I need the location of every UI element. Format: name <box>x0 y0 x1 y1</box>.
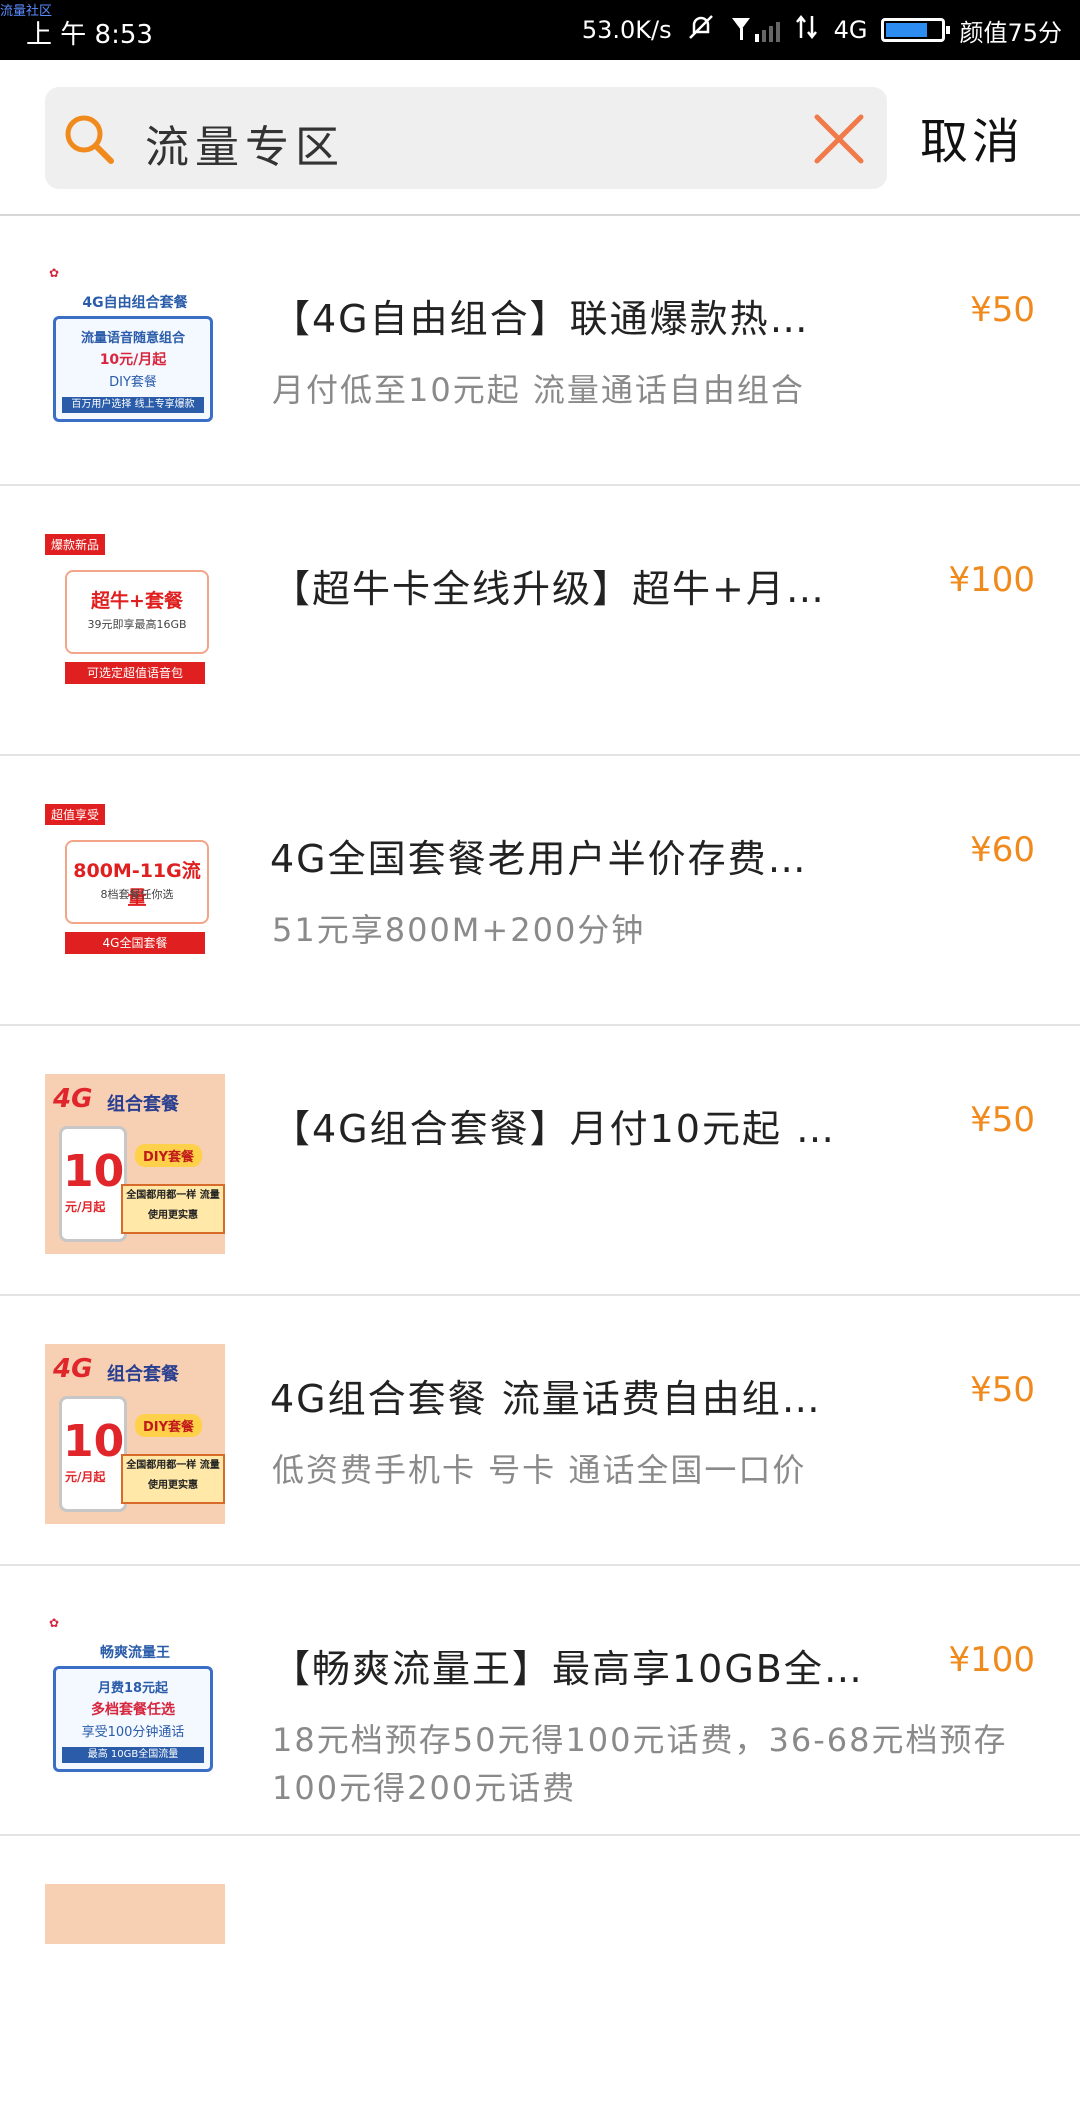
thumb-card: 月费18元起 多档套餐任选 享受100分钟通话 最高 10GB全国流量 <box>53 1666 213 1772</box>
thumb-card: 800M-11G流量 8档套餐任你选 <box>65 840 209 924</box>
thumb-pill: DIY套餐 <box>135 1144 203 1167</box>
data-arrows-icon <box>794 14 820 46</box>
thumb-strip: 可选定超值语音包 <box>65 662 205 684</box>
list-item[interactable]: 爆款新品 超牛+套餐 39元即享最高16GB 可选定超值语音包 【超牛卡全线升级… <box>0 486 1080 756</box>
thumb-strip: 4G全国套餐 <box>65 932 205 954</box>
thumb-line: 10元/月起 <box>99 352 167 368</box>
item-title: 4G组合套餐 流量话费自由组… <box>270 1377 822 1421</box>
product-thumbnail: 爆款新品 超牛+套餐 39元即享最高16GB 可选定超值语音包 <box>45 534 225 714</box>
wifi-signal-icon <box>730 18 780 42</box>
unicom-logo-icon: ✿ <box>49 266 60 280</box>
thumb-card: 流量语音随意组合 10元/月起 DIY套餐 百万用户选择 线上专享爆款 <box>53 316 213 422</box>
status-bar: 流量社区 上 午 8:53 53.0K/s 4G 颜值75分 <box>0 0 1080 60</box>
thumb-line: 多档套餐任选 <box>91 1702 175 1718</box>
thumb-line: 8档套餐任你选 <box>100 888 174 901</box>
product-thumbnail: ✿ 畅爽流量王 月费18元起 多档套餐任选 享受100分钟通话 最高 10GB全… <box>45 1614 225 1794</box>
thumb-line: 流量语音随意组合 <box>80 331 185 346</box>
thumb-band: 畅爽流量王 <box>100 1645 170 1661</box>
search-input[interactable]: 流量专区 <box>45 87 887 189</box>
item-title: 4G全国套餐老用户半价存费… <box>270 837 808 881</box>
thumb-ten: 10 <box>63 1416 125 1467</box>
thumb-box: 全国都用都一样 流量使用更实惠 <box>121 1454 225 1504</box>
list-item[interactable]: 4G 组合套餐 10 元/月起 DIY套餐 全国都用都一样 流量使用更实惠 4G… <box>0 1296 1080 1566</box>
thumb-ten2: 元/月起 <box>65 1200 106 1214</box>
thumb-tag: 超值享受 <box>45 804 106 825</box>
thumb-band: 4G自由组合套餐 <box>82 295 188 311</box>
item-desc: 低资费手机卡 号卡 通话全国一口价 <box>272 1451 807 1489</box>
thumb-pill: DIY套餐 <box>135 1414 203 1437</box>
product-thumbnail: 超值享受 800M-11G流量 8档套餐任你选 4G全国套餐 <box>45 804 225 984</box>
battery-icon <box>881 18 951 42</box>
list-item[interactable]: 超值享受 800M-11G流量 8档套餐任你选 4G全国套餐 4G全国套餐老用户… <box>0 756 1080 1026</box>
thumb-head: 4G <box>53 1354 93 1384</box>
product-thumbnail: 4G 组合套餐 10 元/月起 DIY套餐 全国都用都一样 流量使用更实惠 <box>45 1344 225 1524</box>
clear-icon[interactable] <box>811 111 867 167</box>
item-desc: 月付低至10元起 流量通话自由组合 <box>272 371 805 409</box>
unicom-logo-icon: ✿ <box>49 1616 60 1630</box>
search-icon <box>61 111 117 167</box>
list-item[interactable]: ✿ 4G自由组合套餐 流量语音随意组合 10元/月起 DIY套餐 百万用户选择 … <box>0 216 1080 486</box>
thumb-line: 最高 10GB全国流量 <box>62 1747 204 1763</box>
thumb-head2: 组合套餐 <box>107 1094 179 1115</box>
item-title: 【超牛卡全线升级】超牛+月… <box>272 567 826 611</box>
thumb-line: 享受100分钟通话 <box>81 1725 185 1740</box>
item-price: ¥50 <box>970 1370 1035 1410</box>
item-desc: 51元享800M+200分钟 <box>272 911 646 949</box>
thumb-line: 百万用户选择 线上专享爆款 <box>62 397 204 413</box>
thumb-box: 全国都用都一样 流量使用更实惠 <box>121 1184 225 1234</box>
search-header: 流量专区 取消 <box>0 60 1080 216</box>
item-price: ¥100 <box>948 560 1035 600</box>
cancel-button[interactable]: 取消 <box>920 102 1024 172</box>
item-price: ¥60 <box>970 830 1035 870</box>
item-desc: 18元档预存50元得100元话费，36-68元档预存100元得200元话费 <box>272 1721 1008 1807</box>
result-list: ✿ 4G自由组合套餐 流量语音随意组合 10元/月起 DIY套餐 百万用户选择 … <box>0 216 1080 2106</box>
thumb-ten: 10 <box>63 1146 125 1197</box>
network-type: 4G <box>833 16 868 44</box>
thumb-tag: 爆款新品 <box>45 534 106 555</box>
product-thumbnail <box>45 1884 225 1944</box>
item-title: 【4G自由组合】联通爆款热… <box>272 297 810 341</box>
mute-icon <box>686 12 716 48</box>
thumb-ten2: 元/月起 <box>65 1470 106 1484</box>
thumb-head: 4G <box>53 1084 93 1114</box>
list-item[interactable]: ✿ 畅爽流量王 月费18元起 多档套餐任选 享受100分钟通话 最高 10GB全… <box>0 1566 1080 1836</box>
status-time: 上 午 8:53 <box>26 20 153 50</box>
item-title: 【畅爽流量王】最高享10GB全… <box>272 1647 864 1691</box>
thumb-card: 超牛+套餐 39元即享最高16GB <box>65 570 209 654</box>
product-thumbnail: 4G 组合套餐 10 元/月起 DIY套餐 全国都用都一样 流量使用更实惠 <box>45 1074 225 1254</box>
item-price: ¥50 <box>970 1100 1035 1140</box>
item-price: ¥100 <box>948 1640 1035 1680</box>
thumb-line: 超牛+套餐 <box>91 590 183 612</box>
item-title: 【4G组合套餐】月付10元起 … <box>272 1107 837 1151</box>
product-thumbnail: ✿ 4G自由组合套餐 流量语音随意组合 10元/月起 DIY套餐 百万用户选择 … <box>45 264 225 444</box>
search-query[interactable]: 流量专区 <box>145 111 345 175</box>
thumb-line: 月费18元起 <box>97 1681 169 1696</box>
thumb-line: 39元即享最高16GB <box>87 618 187 631</box>
thumb-line: DIY套餐 <box>109 375 157 390</box>
thumb-head2: 组合套餐 <box>107 1364 179 1385</box>
status-right: 53.0K/s 4G 颜值75分 <box>582 12 1062 48</box>
battery-text: 颜值75分 <box>959 18 1062 47</box>
list-item[interactable] <box>0 1836 1080 2106</box>
list-item[interactable]: 4G 组合套餐 10 元/月起 DIY套餐 全国都用都一样 流量使用更实惠 【4… <box>0 1026 1080 1296</box>
net-speed: 53.0K/s <box>581 16 672 44</box>
item-price: ¥50 <box>970 290 1035 330</box>
